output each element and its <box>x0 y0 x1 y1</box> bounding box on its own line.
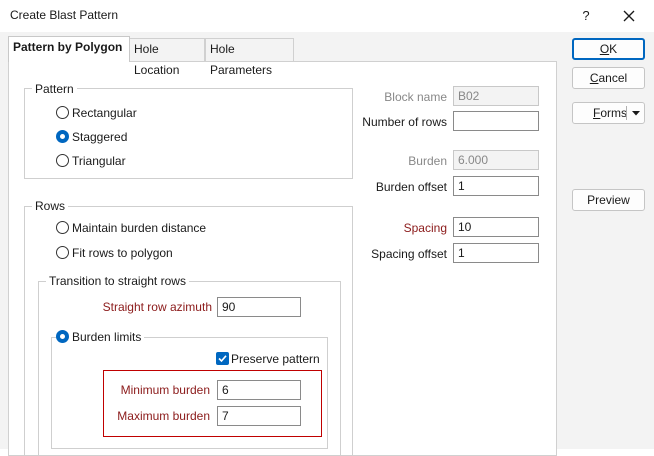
forms-label: orms <box>600 106 628 120</box>
burden-input[interactable]: 6.000 <box>453 150 539 170</box>
help-button[interactable]: ? <box>574 6 598 26</box>
radio-staggered[interactable] <box>56 130 69 143</box>
radio-label: Fit rows to polygon <box>72 246 173 260</box>
minimum-burden-input[interactable]: 6 <box>217 380 301 400</box>
tab-hole-location[interactable]: Hole Location <box>129 38 205 77</box>
spacing-input[interactable]: 10 <box>453 217 539 237</box>
spacing-offset-label: Spacing offset <box>371 247 447 261</box>
forms-dropdown-button[interactable] <box>629 106 643 120</box>
maximum-burden-input[interactable]: 7 <box>217 406 301 426</box>
cancel-label: ancel <box>598 71 628 85</box>
radio-rectangular[interactable] <box>56 106 69 119</box>
burden-offset-input[interactable]: 1 <box>453 176 539 196</box>
rows-group-label: Rows <box>32 199 69 213</box>
spacing-label: Spacing <box>403 221 447 235</box>
number-of-rows-input[interactable] <box>453 111 539 131</box>
radio-label: Rectangular <box>72 106 137 120</box>
transition-group-label: Transition to straight rows <box>46 274 189 288</box>
caret-down-icon <box>632 111 640 116</box>
close-button[interactable] <box>614 4 644 28</box>
ok-label: K <box>609 42 618 56</box>
radio-maintain-burden[interactable] <box>56 221 69 234</box>
radio-label: Triangular <box>72 154 126 168</box>
radio-triangular[interactable] <box>56 154 69 167</box>
tab-hole-parameters[interactable]: Hole Parameters <box>205 38 294 77</box>
radio-burden-limits[interactable] <box>56 330 69 343</box>
preserve-pattern-checkbox[interactable] <box>216 352 229 365</box>
straight-row-azimuth-label: Straight row azimuth <box>102 300 212 314</box>
window-title: Create Blast Pattern <box>10 8 119 22</box>
block-name-label: Block name <box>384 90 447 104</box>
forms-split-divider <box>626 106 627 120</box>
pattern-group-label: Pattern <box>32 82 77 96</box>
close-icon <box>623 10 635 22</box>
radio-fit-rows[interactable] <box>56 246 69 259</box>
cancel-button[interactable]: Cancel <box>572 67 645 89</box>
tab-label: Hole Location <box>134 42 180 77</box>
preserve-pattern-label: Preserve pattern <box>231 352 320 366</box>
tab-pattern-by-polygon[interactable]: Pattern by Polygon <box>8 36 130 62</box>
ok-button[interactable]: OK <box>572 38 645 60</box>
spacing-offset-input[interactable]: 1 <box>453 243 539 263</box>
radio-label: Maintain burden distance <box>72 221 207 235</box>
tab-label: Pattern by Polygon <box>13 40 123 54</box>
maximum-burden-label: Maximum burden <box>117 409 210 423</box>
burden-label: Burden <box>408 154 447 168</box>
checkmark-icon <box>218 355 227 363</box>
block-name-input[interactable]: B02 <box>453 86 539 106</box>
tab-label: Hole Parameters <box>210 42 273 77</box>
burden-offset-label: Burden offset <box>375 180 447 194</box>
burden-limits-label: Burden limits <box>69 330 145 344</box>
radio-label: Staggered <box>72 130 128 144</box>
ok-accelerator: O <box>599 42 610 56</box>
number-of-rows-label: Number of rows <box>362 115 447 129</box>
preview-button[interactable]: Preview <box>572 189 645 211</box>
straight-row-azimuth-input[interactable]: 90 <box>217 297 301 317</box>
minimum-burden-label: Minimum burden <box>120 383 210 397</box>
